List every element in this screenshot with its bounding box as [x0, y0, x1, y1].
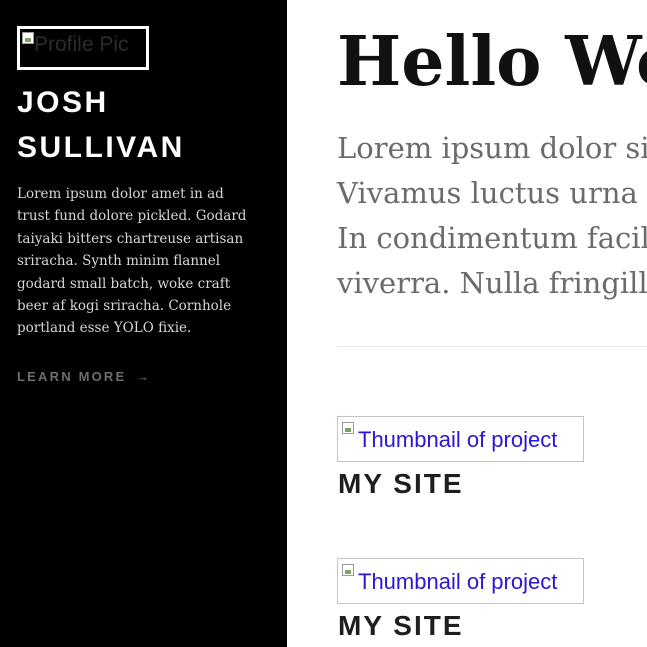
main-content: Hello World Lorem ipsum dolor sit amet, …: [287, 0, 647, 647]
page-title: Hello World: [337, 22, 647, 102]
section-divider: [337, 346, 647, 347]
author-bio: Lorem ipsum dolor amet in ad trust fund …: [17, 186, 247, 337]
broken-image-icon: [342, 422, 354, 434]
learn-more-label: LEARN MORE: [17, 369, 127, 384]
arrow-right-icon: →: [136, 369, 150, 384]
profile-picture-alt-text: Profile Pic: [34, 33, 129, 56]
project-thumbnail-link[interactable]: Thumbnail of project: [337, 416, 584, 462]
intro-line: viverra. Nulla fringilla lorem.: [337, 266, 647, 300]
sidebar: Profile Pic JOSH SULLIVAN Lorem ipsum do…: [0, 0, 287, 647]
intro-line: Vivamus luctus urna sed urna: [337, 176, 647, 210]
project-title[interactable]: MY SITE: [338, 610, 584, 642]
project-card: Thumbnail of project MY SITE: [337, 558, 584, 642]
author-last-name: SULLIVAN: [17, 131, 185, 164]
project-title[interactable]: MY SITE: [338, 468, 584, 500]
profile-picture: Profile Pic: [17, 26, 149, 70]
intro-line: Lorem ipsum dolor sit amet,: [337, 131, 647, 165]
project-thumbnail-link[interactable]: Thumbnail of project: [337, 558, 584, 604]
intro-paragraph: Lorem ipsum dolor sit amet, Vivamus luct…: [337, 126, 647, 306]
intro-line: In condimentum facilisis porta.: [337, 221, 647, 255]
project-thumbnail-alt-text: Thumbnail of project: [358, 427, 558, 452]
learn-more-link[interactable]: LEARN MORE →: [17, 369, 149, 384]
author-name: JOSH SULLIVAN: [17, 80, 277, 170]
broken-image-icon: [22, 32, 34, 44]
author-first-name: JOSH: [17, 86, 109, 119]
broken-image-icon: [342, 564, 354, 576]
project-thumbnail-alt-text: Thumbnail of project: [358, 569, 558, 594]
project-card: Thumbnail of project MY SITE: [337, 416, 584, 500]
